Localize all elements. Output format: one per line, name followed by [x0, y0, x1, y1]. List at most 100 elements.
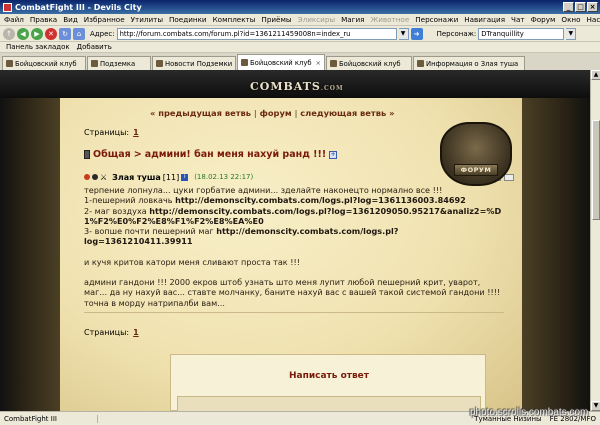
minimize-button[interactable]: _: [563, 2, 574, 12]
go-button[interactable]: ➜: [410, 27, 423, 40]
pagination-top: Страницы: 1: [84, 128, 139, 137]
tab-label: Бойцовский клуб: [339, 59, 401, 68]
menu-edit[interactable]: Правка: [30, 15, 57, 24]
menu-characters[interactable]: Персонажи: [415, 15, 458, 24]
reply-form: Написать ответ: [170, 354, 486, 411]
tab-favicon: [91, 60, 98, 67]
thread-arrow: >: [133, 149, 142, 160]
menu-favorites[interactable]: Избранное: [84, 15, 125, 24]
guild-emblem-icon: ⚔: [100, 172, 108, 182]
address-label: Адрес:: [90, 29, 115, 38]
menu-sets[interactable]: Комплекты: [213, 15, 256, 24]
menu-file[interactable]: Файл: [4, 15, 24, 24]
close-button[interactable]: ×: [587, 2, 598, 12]
menu-pet[interactable]: Животное: [370, 15, 409, 24]
menu-forum[interactable]: Форум: [531, 15, 556, 24]
app-icon: [3, 2, 12, 12]
address-dropdown-icon[interactable]: ▼: [398, 27, 409, 40]
bookmarks-bar: Панель закладок Добавить: [0, 42, 600, 53]
forum-link[interactable]: форум: [260, 108, 292, 118]
post-line: 2- маг воздуха http://demonscity.combats…: [84, 205, 502, 226]
prev-thread-link[interactable]: « предыдущая ветвь: [150, 108, 251, 118]
reply-title: Написать ответ: [289, 371, 369, 381]
next-thread-link[interactable]: следующая ветвь »: [300, 108, 394, 118]
pagination-label: Страницы:: [84, 128, 130, 137]
tab-player-info[interactable]: Информация о Злая туша: [413, 56, 525, 70]
bookmark-thread-icon[interactable]: +: [329, 150, 338, 159]
thread-name: админи! бан меня нахуй ранд !!!: [144, 149, 327, 160]
status-app-name: CombatFight III: [4, 414, 98, 423]
tab-dungeon-news[interactable]: Новости Подземки: [152, 56, 236, 70]
menu-techniques[interactable]: Приёмы: [261, 15, 291, 24]
thread-navigation: « предыдущая ветвь | форум | следующая в…: [150, 108, 394, 118]
watermark: photo.scrolls.combats.com: [470, 407, 589, 418]
thread-category[interactable]: Общая: [93, 149, 131, 160]
tab-label: Бойцовский клуб: [250, 58, 312, 67]
tab-dungeon[interactable]: Подземка: [87, 56, 151, 70]
player-info-icon[interactable]: i: [181, 173, 189, 181]
refresh-icon[interactable]: ↻: [59, 27, 71, 40]
post-author[interactable]: Злая туша: [112, 173, 161, 182]
menu-chat[interactable]: Чат: [511, 15, 525, 24]
page-link[interactable]: 1: [133, 328, 139, 337]
menu-navigation[interactable]: Навигация: [464, 15, 505, 24]
tab-close-icon[interactable]: ×: [316, 59, 321, 67]
tab-favicon: [241, 59, 248, 66]
menu-elixirs[interactable]: Эликсиры: [298, 15, 336, 24]
page-link[interactable]: 1: [133, 128, 139, 137]
menu-magic[interactable]: Магия: [341, 15, 364, 24]
post-divider: [84, 312, 504, 313]
forum-shield-icon: [440, 122, 512, 186]
post-gap: [84, 267, 504, 277]
address-input[interactable]: http://forum.combats.com/forum.pl?id=136…: [116, 27, 397, 40]
menu-window[interactable]: Окно: [561, 15, 580, 24]
tab-fight-club-active[interactable]: Бойцовский клуб ×: [237, 54, 325, 70]
persona-select[interactable]: DTranquillity: [478, 27, 565, 40]
tab-label: Подземка: [100, 59, 136, 68]
home-icon[interactable]: ⌂: [73, 27, 85, 40]
post-line: 1-пешерний ловкачь http://demonscity.com…: [84, 195, 466, 206]
bookmarks-panel-button[interactable]: Панель закладок: [6, 43, 70, 51]
post-gap: [84, 247, 504, 257]
menu-settings[interactable]: Настройки: [587, 15, 600, 24]
menu-utilities[interactable]: Утилиты: [131, 15, 163, 24]
maximize-button[interactable]: □: [575, 2, 586, 12]
tab-label: Бойцовский клуб: [15, 59, 77, 68]
tab-favicon: [6, 60, 13, 67]
forum-badge[interactable]: ФОРУМ: [440, 122, 512, 186]
post-line: терпение лопнула... цуки горбатие админи…: [84, 185, 443, 195]
window-controls: _ □ ×: [563, 2, 600, 12]
bookmarks-add-button[interactable]: Добавить: [77, 43, 112, 51]
scroll-down-icon[interactable]: ▼: [591, 401, 600, 411]
post-body: терпение лопнула... цуки горбатие админи…: [84, 185, 504, 308]
thread-title: Общая > админи! бан меня нахуй ранд !!! …: [84, 149, 338, 160]
back-arrow-icon[interactable]: ◀: [17, 27, 29, 40]
menu-view[interactable]: Вид: [63, 15, 78, 24]
up-arrow-icon[interactable]: ↑: [3, 27, 15, 40]
vertical-scrollbar[interactable]: ▲ ▼: [590, 70, 600, 411]
site-header: COMBATS.COM: [0, 70, 590, 98]
forward-arrow-icon[interactable]: ▶: [31, 27, 43, 40]
site-logo-suffix: .COM: [320, 85, 344, 92]
persona-dropdown-icon[interactable]: ▼: [566, 27, 577, 40]
post-date: (18.02.13 22:17): [194, 173, 254, 181]
log-link[interactable]: http://demonscity.combats.com/logs.pl?lo…: [175, 195, 466, 205]
alignment-icon: [84, 174, 90, 180]
reply-textarea[interactable]: [177, 396, 481, 411]
page-viewport: COMBATS.COM « предыдущая ветвь | форум |…: [0, 70, 590, 411]
post-line: и кучя критов катори меня сливают проста…: [84, 256, 300, 267]
site-logo-text: COMBATS: [250, 80, 321, 93]
stop-icon[interactable]: ✕: [45, 27, 57, 40]
post-line: 3- вопше почти пешерний маг http://demon…: [84, 226, 399, 247]
window-title-bar: CombatFight III - Devils City _ □ ×: [0, 0, 600, 14]
menu-fights[interactable]: Поединки: [169, 15, 207, 24]
scroll-thumb[interactable]: [592, 120, 600, 220]
site-logo[interactable]: COMBATS.COM: [250, 80, 344, 93]
scroll-up-icon[interactable]: ▲: [591, 70, 600, 80]
tab-fight-club-2[interactable]: Бойцовский клуб: [326, 56, 412, 70]
tab-fight-club-1[interactable]: Бойцовский клуб: [2, 56, 86, 70]
post-author-level: [11]: [162, 172, 180, 182]
tab-label: Новости Подземки: [165, 59, 233, 68]
tab-favicon: [156, 60, 163, 67]
pagination-label: Страницы:: [84, 328, 130, 337]
